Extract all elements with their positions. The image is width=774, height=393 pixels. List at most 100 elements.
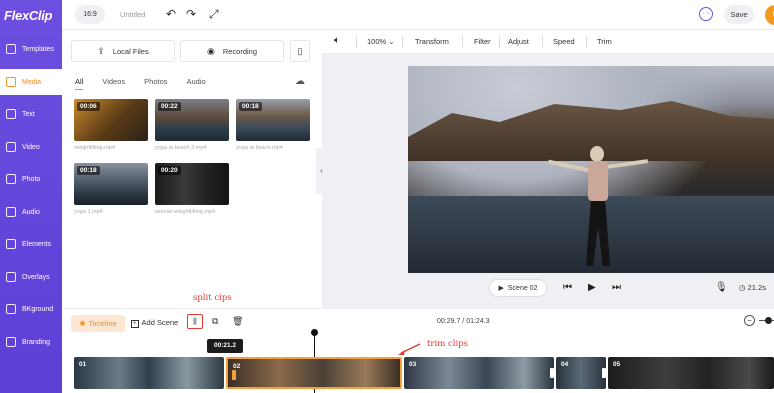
playhead-handle[interactable] [311,329,318,336]
media-panel: ⇪ Local Files ◉ Recording ▯ All Videos Pho… [62,30,320,308]
tab-all[interactable]: All [75,77,84,90]
project-title[interactable]: Untitled [120,10,145,19]
cloud-icon[interactable]: ☁ [295,76,305,87]
sidebar-item-templates[interactable]: Templates [0,36,62,62]
play-icon: ▶ [498,285,504,292]
sidebar-item-branding[interactable]: Branding [0,329,62,355]
collapse-panel-handle[interactable]: ‹ [316,148,327,194]
tab-audio[interactable]: Audio [187,77,206,90]
zoom-slider-handle[interactable] [765,317,772,324]
sidebar-item-label: Branding [22,338,51,346]
editor-toolbar: 🔈︎ 100% ⌄ Transform Filter Adjust Speed … [322,30,774,54]
recording-button[interactable]: ◉ Recording [180,40,284,62]
microphone-icon[interactable]: 🎙︎ [715,281,728,295]
clock-icon: ◷ [739,283,748,292]
tab-videos[interactable]: Videos [102,77,125,90]
export-button[interactable]: F [765,5,774,25]
flexclip-logo[interactable]: FlexClip [4,8,52,23]
aspect-ratio-button[interactable]: 16:9 [75,5,105,24]
timeline-clip-selected[interactable]: 02 [226,357,402,389]
play-icon[interactable]: ▶ [588,281,596,295]
torso [588,161,608,201]
undo-icon[interactable]: ↶ [166,7,176,21]
photo-icon [6,174,16,184]
media-duration: 00:22 [158,102,181,111]
sidebar-item-overlays[interactable]: Overlays [0,264,62,290]
media-item[interactable]: 00:22 [155,99,229,141]
top-bar: 16:9 Untitled ↶ ↷ ⤢ ··· Save F [62,0,774,30]
sidebar-item-photo[interactable]: Photo [0,166,62,192]
save-button[interactable]: Save [724,5,754,24]
chat-icon[interactable]: ··· [699,7,713,21]
media-icon [6,77,16,87]
templates-icon [6,44,16,54]
media-item[interactable]: 00:18 [236,99,310,141]
duplicate-icon[interactable]: ⧉ [212,316,218,327]
sidebar-item-elements[interactable]: Elements [0,231,62,257]
volume-icon[interactable]: 🔈︎ [334,35,340,46]
sidebar-item-audio[interactable]: Audio [0,199,62,225]
legs [586,201,610,266]
next-icon[interactable]: ⏭ [612,281,621,295]
local-files-label: Local Files [112,46,149,56]
clip-number: 05 [613,361,621,368]
adjust-button[interactable]: Adjust [508,37,529,46]
scene-duration[interactable]: ◷ 21.2s [739,283,766,292]
scene-play-button[interactable]: ▶ Scene 02 [489,279,547,297]
timeline-label: Timeline [88,319,117,328]
local-files-button[interactable]: ⇪ Local Files [71,40,175,62]
mobile-upload-button[interactable]: ▯ [290,40,310,62]
trim-annotation: trim clips [427,339,468,349]
trim-handle[interactable] [602,368,606,378]
divider [542,36,543,48]
media-item[interactable]: 00:20 [155,163,229,205]
audio-icon [6,207,16,217]
recording-label: Recording [222,46,258,56]
transform-button[interactable]: Transform [415,37,449,46]
media-name: weightlifting.mp4 [74,145,115,151]
sidebar-item-label: Photo [22,175,41,183]
video-preview[interactable] [408,66,774,273]
sidebar-item-media[interactable]: Media [0,69,62,95]
media-name: yoga at beach 3.mp4 [155,145,207,151]
sidebar-item-video[interactable]: Video [0,134,62,160]
sidebar-item-label: BKground [22,305,54,313]
add-scene-label: Add Scene [141,318,179,327]
sidebar-item-label: Overlays [22,273,50,281]
annotation-arrow [398,343,421,355]
filter-button[interactable]: Filter [474,37,491,46]
divider [462,36,463,48]
tab-photos[interactable]: Photos [144,77,167,90]
timeline-clip[interactable]: 05 [608,357,774,389]
split-icon[interactable]: ⫼ [187,314,203,329]
media-name: woman weightlifting.mp4 [155,209,216,215]
media-duration: 00:06 [77,102,100,111]
trim-handle[interactable] [550,368,554,378]
sidebar-item-label: Video [22,143,40,151]
add-scene-button[interactable]: + Add Scene [131,318,179,328]
sidebar-item-text[interactable]: Text [0,101,62,127]
previous-icon[interactable]: ⏮ [563,281,572,295]
phone-icon: ▯ [297,45,303,56]
zoom-out-icon[interactable]: − [744,315,755,326]
zoom-dropdown[interactable]: 100% ⌄ [367,37,395,46]
trim-button[interactable]: Trim [597,37,612,46]
sidebar: FlexClip Templates Media Text Video Phot… [0,0,62,393]
arm [548,159,590,173]
fullscreen-icon[interactable]: ⤢ [209,7,219,21]
media-item[interactable]: 00:18 [74,163,148,205]
sidebar-item-label: Elements [22,240,52,248]
redo-icon[interactable]: ↷ [186,7,196,21]
timeline-clip[interactable]: 03 [404,357,554,389]
sidebar-item-bkground[interactable]: BKground [0,296,62,322]
speed-button[interactable]: Speed [553,37,575,46]
trim-handle-left[interactable] [232,370,236,380]
elements-icon [6,239,16,249]
delete-icon[interactable]: 🗑︎ [232,316,243,327]
timeline-time: 00:29.7 / 01:24.3 [437,318,490,325]
timeline-clip[interactable]: 04 [556,357,606,389]
media-item[interactable]: 00:06 [74,99,148,141]
media-name: yoga at beach.mp4 [236,145,283,151]
timeline-clip[interactable]: 01 [74,357,224,389]
timeline-button[interactable]: ✺ Timeline [71,315,125,332]
